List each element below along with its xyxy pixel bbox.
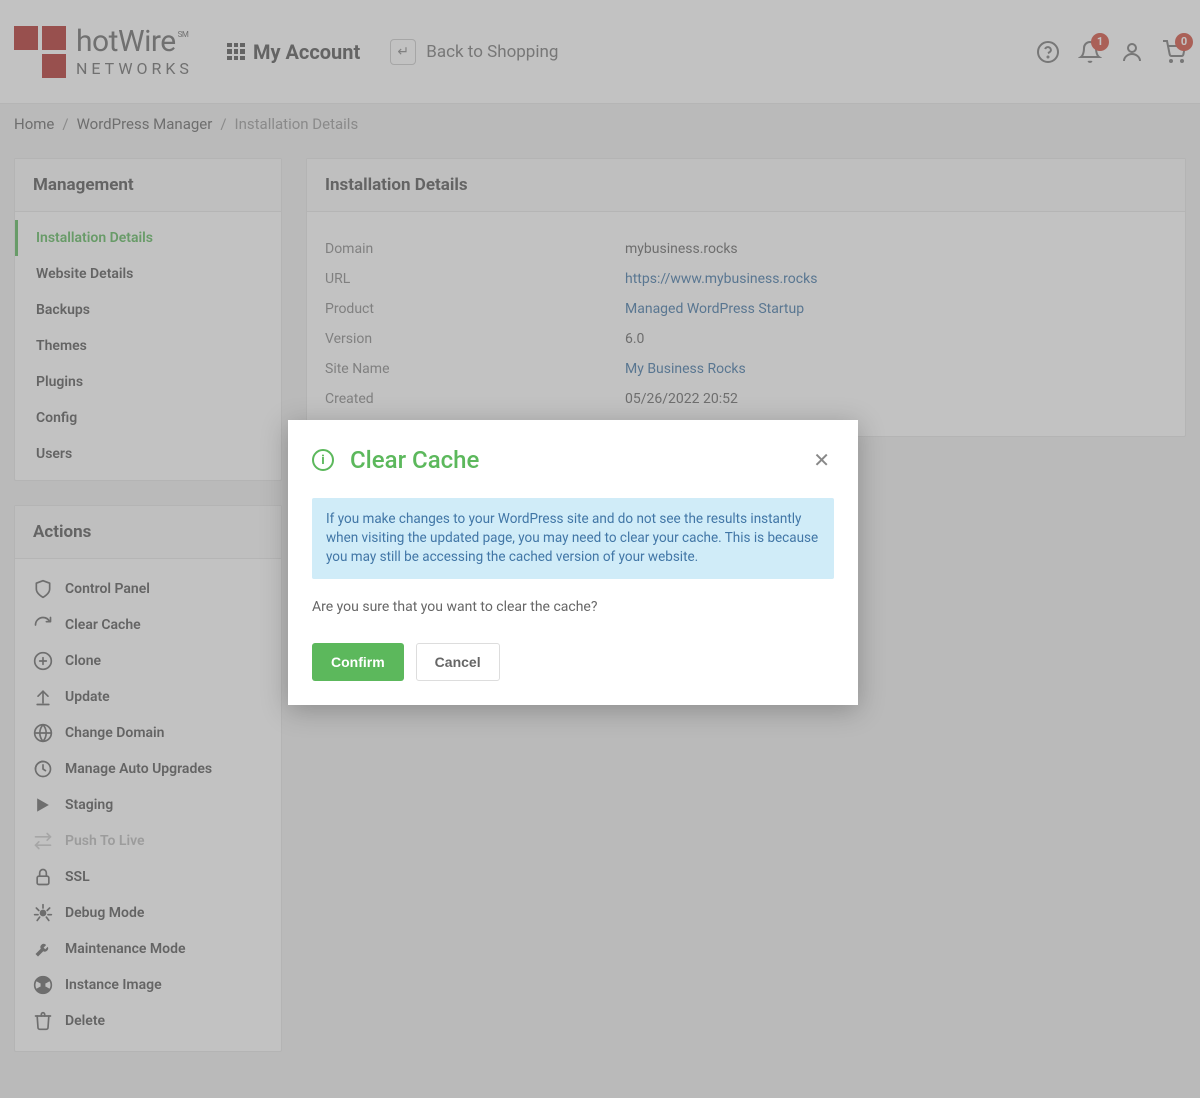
info-icon: i: [312, 449, 334, 471]
modal-question: Are you sure that you want to clear the …: [312, 599, 834, 615]
modal-title: Clear Cache: [350, 446, 479, 474]
cancel-button[interactable]: Cancel: [416, 643, 500, 681]
modal-info-box: If you make changes to your WordPress si…: [312, 498, 834, 579]
confirm-button[interactable]: Confirm: [312, 643, 404, 681]
close-icon[interactable]: ✕: [809, 444, 834, 476]
clear-cache-modal: i Clear Cache ✕ If you make changes to y…: [288, 420, 858, 705]
